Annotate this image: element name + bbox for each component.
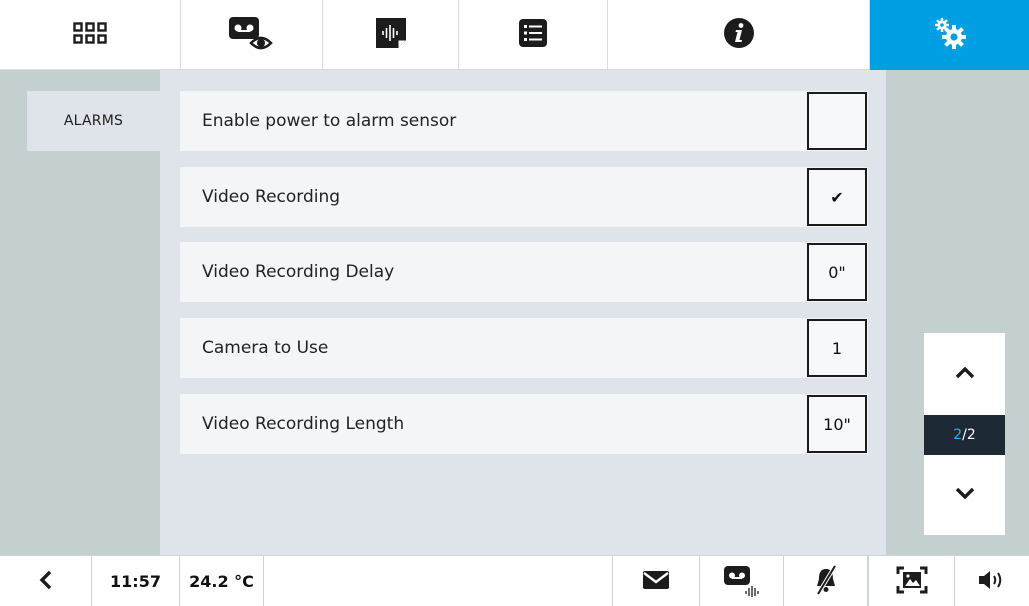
page-indicator: 2/2 — [924, 415, 1005, 455]
recording-length-value[interactable]: 10" — [807, 395, 867, 453]
tab-list[interactable] — [459, 0, 608, 70]
settings-panel: ALARMS Enable power to alarm sensor Vide… — [0, 70, 1029, 555]
page-down-button[interactable] — [924, 456, 1005, 535]
chevron-up-icon — [955, 364, 975, 383]
volume-button[interactable] — [955, 556, 1029, 606]
temperature-text: 24.2 °C — [189, 572, 254, 591]
tab-video-memory[interactable] — [181, 0, 323, 70]
audio-memo-icon — [374, 16, 408, 54]
tab-audio-memo[interactable] — [323, 0, 459, 70]
setting-label: Camera to Use — [202, 338, 329, 358]
setting-row-video-recording: Video Recording ✔ — [180, 167, 868, 227]
top-navigation-bar — [0, 0, 1029, 70]
camera-value[interactable]: 1 — [807, 319, 867, 377]
video-memo-button[interactable] — [700, 556, 784, 606]
setting-label: Video Recording Delay — [202, 262, 395, 282]
back-button[interactable] — [0, 556, 92, 606]
tab-apps[interactable] — [0, 0, 181, 70]
ringer-mute-button[interactable] — [784, 556, 868, 606]
sidebar-item-label: ALARMS — [63, 113, 124, 129]
video-recording-checkbox[interactable]: ✔ — [807, 168, 867, 226]
setting-row-recording-delay: Video Recording Delay 0" — [180, 242, 868, 302]
list-icon — [518, 18, 548, 52]
setting-label: Video Recording — [202, 187, 341, 207]
setting-label: Video Recording Length — [202, 414, 405, 434]
video-memory-icon — [227, 15, 277, 55]
page-total: 2 — [966, 427, 976, 443]
setting-label: Enable power to alarm sensor — [202, 111, 457, 131]
page-current: 2 — [953, 427, 963, 443]
page-up-button[interactable] — [924, 333, 1005, 413]
messages-button[interactable] — [612, 556, 700, 606]
back-chevron-icon — [39, 570, 53, 594]
sidebar-item-alarms[interactable]: ALARMS — [27, 91, 160, 151]
chevron-down-icon — [955, 486, 975, 505]
settings-gears-icon — [933, 16, 967, 54]
setting-row-recording-length: Video Recording Length 10" — [180, 394, 868, 454]
tab-settings[interactable] — [870, 0, 1029, 70]
setting-row-camera: Camera to Use 1 — [180, 318, 868, 378]
video-voice-memo-icon — [722, 563, 762, 601]
apps-grid-icon — [73, 22, 107, 48]
info-icon — [723, 17, 755, 53]
pager: 2/2 — [924, 333, 1005, 535]
temperature: 24.2 °C — [180, 556, 264, 606]
camera-view-icon — [896, 566, 928, 598]
mail-icon — [642, 570, 670, 594]
setting-row-enable-power: Enable power to alarm sensor — [180, 91, 868, 151]
enable-power-checkbox[interactable] — [807, 92, 867, 150]
tab-info[interactable] — [608, 0, 870, 70]
bell-muted-icon — [813, 564, 839, 599]
camera-view-button[interactable] — [868, 556, 955, 606]
clock: 11:57 — [92, 556, 180, 606]
time-text: 11:57 — [110, 572, 161, 591]
speaker-volume-icon — [977, 569, 1007, 595]
status-bar: 11:57 24.2 °C — [0, 555, 1029, 606]
recording-delay-value[interactable]: 0" — [807, 243, 867, 301]
